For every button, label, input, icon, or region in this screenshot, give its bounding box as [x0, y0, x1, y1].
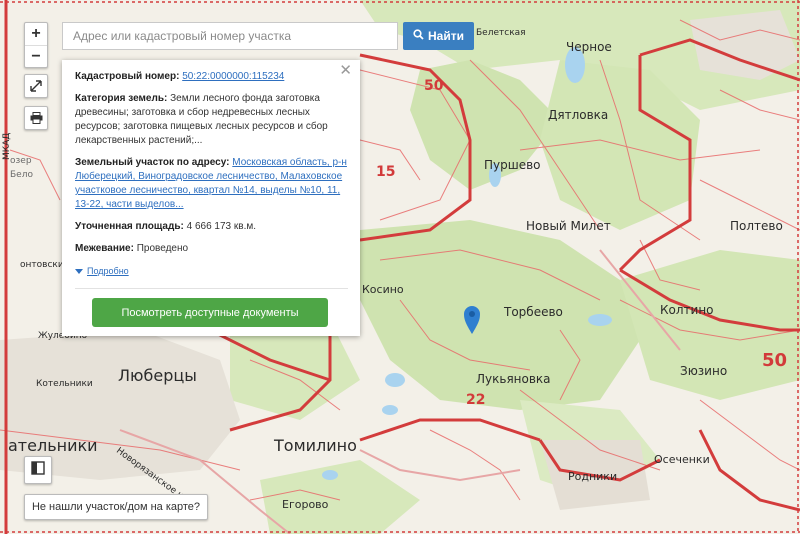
place-ozero: озер [10, 156, 32, 166]
expand-icon [25, 75, 47, 97]
area-row: Уточненная площадь: 4 666 173 кв.м. [75, 220, 348, 234]
not-found-button[interactable]: Не нашли участок/дом на карте? [24, 494, 208, 520]
print-button[interactable] [24, 106, 48, 130]
place-lyubertsy: Люберцы [118, 366, 197, 385]
view-documents-button[interactable]: Посмотреть доступные документы [92, 298, 328, 327]
place-egorovo: Егорово [282, 498, 329, 511]
place-pyrsheevo: Пуршево [484, 158, 541, 172]
details-label: Подробно [87, 266, 129, 276]
zoom-out-button[interactable]: − [25, 46, 47, 67]
chevron-down-icon [75, 268, 83, 274]
place-torbeevo: Торбеево [504, 305, 563, 319]
zoom-in-button[interactable]: + [25, 23, 47, 45]
road-number-50-right: 50 [762, 350, 788, 371]
road-number-50-top: 50 [424, 78, 444, 94]
survey-row: Межевание: Проведено [75, 242, 348, 256]
parcel-info-panel: ✕ Кадастровый номер: 50:22:0000000:11523… [62, 60, 360, 336]
fullscreen-button[interactable] [24, 74, 48, 98]
close-icon[interactable]: ✕ [339, 63, 352, 78]
search-icon [413, 29, 424, 43]
details-toggle[interactable]: Подробно [75, 264, 348, 278]
place-chernoe: Черное [566, 40, 612, 54]
address-label: Земельный участок по адресу: [75, 157, 230, 168]
road-number-22: 22 [466, 392, 486, 408]
place-koltino: Колтино [660, 303, 714, 317]
search-input[interactable] [62, 22, 398, 50]
survey-value: Проведено [136, 243, 189, 254]
search-button[interactable]: Найти [403, 22, 474, 50]
place-kosino: Косино [362, 283, 404, 296]
area-value: 4 666 173 кв.м. [186, 221, 256, 232]
cadastral-label: Кадастровый номер: [75, 71, 180, 82]
address-row: Земельный участок по адресу: Московская … [75, 156, 348, 212]
place-noviy-milet: Новый Милет [526, 219, 611, 233]
area-label: Уточненная площадь: [75, 221, 184, 232]
printer-icon [25, 107, 47, 129]
place-osechenki: Осеченки [654, 453, 710, 466]
place-kotelniki-metro: Котельники [36, 379, 93, 389]
category-label: Категория земель: [75, 93, 168, 104]
place-zyuzino: Зюзино [680, 364, 728, 378]
category-row: Категория земель: Земли лесного фонда за… [75, 92, 348, 148]
cadastral-row: Кадастровый номер: 50:22:0000000:115234 [75, 70, 348, 84]
place-dyatlovka: Дятловка [548, 108, 609, 122]
cadastral-number-link[interactable]: 50:22:0000000:115234 [182, 71, 284, 82]
road-number-15: 15 [376, 164, 396, 180]
place-poltevo: Полтево [730, 219, 783, 233]
zoom-control: + − [24, 22, 48, 68]
place-rodniki: Родники [568, 470, 618, 483]
place-lukyanovka: Лукьяновка [476, 372, 551, 386]
panel-divider [75, 288, 348, 289]
layers-icon [31, 460, 45, 480]
search-button-label: Найти [428, 29, 464, 43]
layers-button[interactable] [24, 456, 52, 484]
place-beletskaya: Белетская [476, 28, 526, 38]
place-tomilino: Томилино [274, 436, 357, 455]
survey-label: Межевание: [75, 243, 134, 254]
place-belo: Бело [10, 170, 33, 180]
place-kotelniki: ательники [8, 436, 98, 455]
